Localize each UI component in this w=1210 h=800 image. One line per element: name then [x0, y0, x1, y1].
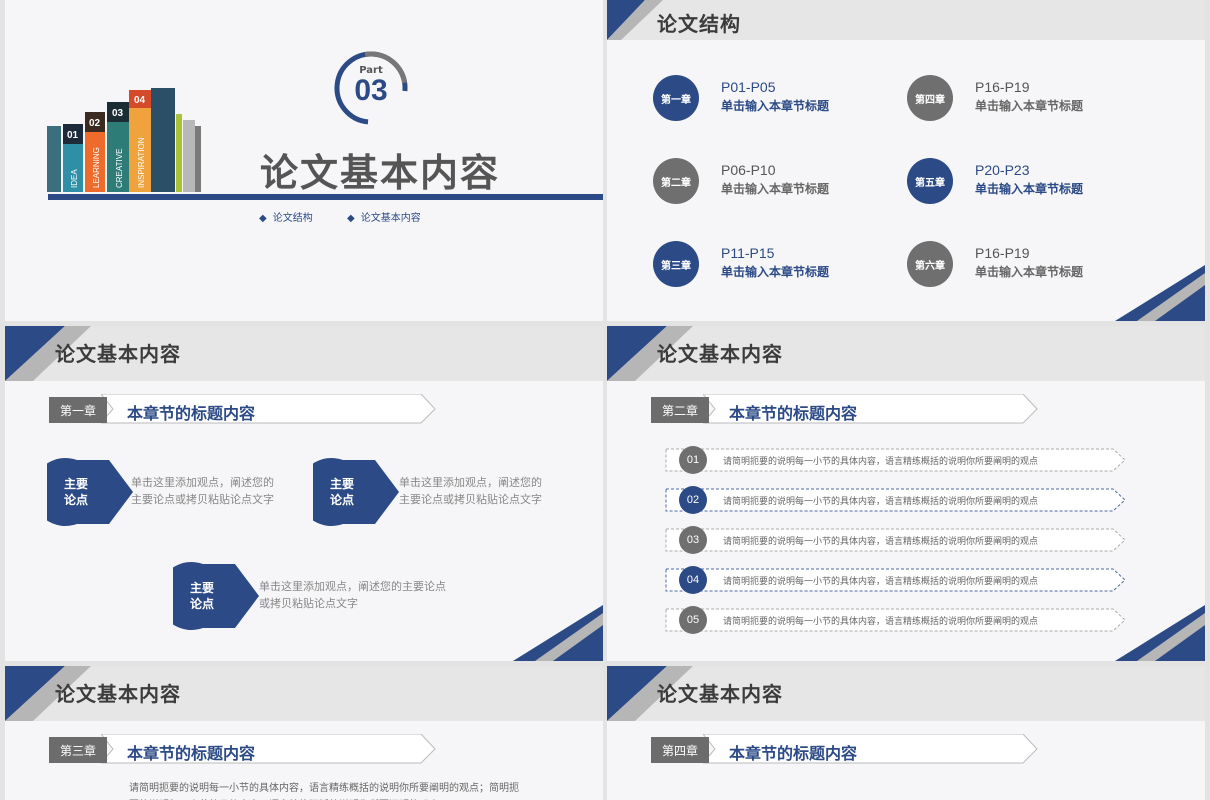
chapter-label: 第三章	[49, 737, 107, 763]
list-item-4[interactable]: 04 请简明扼要的说明每一小节的具体内容，语言精练概括的说明你所要阐明的观点	[665, 565, 1127, 595]
chapter-badge: 第三章	[653, 241, 699, 287]
list-item-text: 请简明扼要的说明每一小节的具体内容，语言精练概括的说明你所要阐明的观点	[723, 577, 1039, 587]
book-word-idea: IDEA	[70, 169, 79, 188]
chapter-pages: P20-P23	[975, 162, 1030, 178]
chapter-subtitle: 单击输入本章节标题	[721, 182, 830, 196]
book-word-inspiration: INSPIRATION	[137, 137, 146, 188]
corner-stripe-icon	[513, 605, 603, 661]
chapter-heading: 本章节的标题内容	[729, 744, 858, 763]
part-number: 03	[354, 74, 388, 107]
list-item-2[interactable]: 02 请简明扼要的说明每一小节的具体内容，语言精练概括的说明你所要阐明的观点	[665, 485, 1127, 515]
book-word-learning: LEARNING	[92, 147, 101, 188]
chapter-pages: P01-P05	[721, 79, 776, 95]
point-label: 主要 论点	[189, 581, 214, 611]
list-item-number: 01	[679, 446, 707, 474]
title-bar: 论文基本内容	[5, 326, 603, 381]
point-description: 单击这里添加观点，阐述您的主要论点或拷贝粘贴论点文字	[131, 476, 274, 506]
chapter-label: 第一章	[49, 397, 107, 423]
slide-title: 论文结构	[657, 12, 741, 36]
link-thesis-content[interactable]: ◆ 论文基本内容	[347, 209, 421, 224]
book-number-2: 02	[89, 118, 101, 129]
chapter-pages: P11-P15	[721, 245, 775, 261]
chapter-badge: 第六章	[907, 241, 953, 287]
link-label: 论文结构	[272, 213, 313, 224]
point-label: 主要 论点	[63, 477, 88, 507]
book-number-4: 04	[134, 95, 146, 106]
title-underline	[48, 194, 603, 200]
chapter-pages: P06-P10	[721, 162, 776, 178]
title-bar: 论文基本内容	[5, 666, 603, 721]
part-ring: Part 03	[333, 50, 409, 130]
diamond-bullet-icon: ◆	[347, 213, 355, 224]
title-bar: 论文基本内容	[607, 666, 1205, 721]
chapter-label: 第四章	[651, 737, 709, 763]
slide-title: 论文基本内容	[657, 682, 783, 706]
list-item-text: 请简明扼要的说明每一小节的具体内容，语言精练概括的说明你所要阐明的观点	[723, 617, 1039, 627]
chapter-label: 第二章	[651, 397, 709, 423]
slide-title: 论文基本内容	[55, 342, 181, 366]
book-number-3: 03	[112, 108, 124, 119]
chapter-subtitle: 单击输入本章节标题	[975, 99, 1084, 113]
list-item-number: 02	[679, 486, 707, 514]
list-item-number: 05	[679, 606, 707, 634]
chapter-subtitle: 单击输入本章节标题	[975, 265, 1084, 279]
slide-title: 论文基本内容	[55, 682, 181, 706]
list-item-text: 请简明扼要的说明每一小节的具体内容，语言精练概括的说明你所要阐明的观点	[723, 457, 1039, 467]
list-item-5[interactable]: 05 请简明扼要的说明每一小节的具体内容，语言精练概括的说明你所要阐明的观点	[665, 605, 1127, 635]
chapter-badge: 第五章	[907, 158, 953, 204]
section-title: 论文基本内容	[260, 151, 501, 195]
list-item-number: 04	[679, 566, 707, 594]
list-item-1[interactable]: 01 请简明扼要的说明每一小节的具体内容，语言精练概括的说明你所要阐明的观点	[665, 445, 1127, 475]
corner-stripe-icon	[1115, 605, 1205, 661]
slide-thesis-structure[interactable]: 论文结构 第一章 P01-P05 单击输入本章节标题 第二章 P06-P10 单…	[607, 0, 1205, 321]
slide-title: 论文基本内容	[657, 342, 783, 366]
slide-chapter-one[interactable]: 论文基本内容 第一章 本章节的标题内容 主要 论点 单击这里添加观点，阐述您的 主要…	[5, 326, 603, 661]
chapter-heading: 本章节的标题内容	[127, 404, 256, 423]
chapter-subtitle: 单击输入本章节标题	[721, 99, 830, 113]
list-item-text: 请简明扼要的说明每一小节的具体内容，语言精练概括的说明你所要阐明的观点	[723, 497, 1039, 507]
chapter-heading: 本章节的标题内容	[127, 744, 256, 763]
book-word-creative: CREATIVE	[115, 149, 124, 188]
corner-stripe-icon	[1115, 265, 1205, 321]
list-item-3[interactable]: 03 请简明扼要的说明每一小节的具体内容，语言精练概括的说明你所要阐明的观点	[665, 525, 1127, 555]
slide-section-cover[interactable]: 01 02 03 04 IDEA LEARNING CREATIVE INSPI…	[5, 0, 603, 321]
link-thesis-structure[interactable]: ◆ 论文结构	[259, 209, 313, 224]
chapter-badge: 第二章	[653, 158, 699, 204]
book-number-1: 01	[67, 130, 79, 141]
point-label: 主要 论点	[329, 477, 354, 507]
chapter-pages: P16-P19	[975, 245, 1030, 261]
diamond-bullet-icon: ◆	[259, 213, 267, 224]
link-label: 论文基本内容	[360, 213, 421, 224]
chapter-badge: 第四章	[907, 75, 953, 121]
title-bar: 论文基本内容	[607, 326, 1205, 381]
title-bar: 论文结构	[607, 0, 1205, 40]
chapter-subtitle: 单击输入本章节标题	[721, 265, 830, 279]
point-description: 单击这里添加观点，阐述您的主要论点或拷贝粘贴论点文字	[399, 476, 542, 506]
list-item-text: 请简明扼要的说明每一小节的具体内容，语言精练概括的说明你所要阐明的观点	[723, 537, 1039, 547]
chapter-pages: P16-P19	[975, 79, 1030, 95]
point-description: 单击这里添加观点，阐述您的主要论点或拷贝粘贴论点文字	[259, 580, 446, 610]
chapter-heading: 本章节的标题内容	[729, 404, 858, 423]
chapter-badge: 第一章	[653, 75, 699, 121]
list-item-number: 03	[679, 526, 707, 554]
slide-chapter-two[interactable]: 论文基本内容 第二章 本章节的标题内容 01 请简明扼要的说明每一小节的具体内容…	[607, 326, 1205, 661]
chapter-paragraph: 请简明扼要的说明每一小节的具体内容，语言精练概括的说明你所要阐明的观点；简明扼要…	[129, 783, 519, 794]
chapter-subtitle: 单击输入本章节标题	[975, 182, 1084, 196]
books-illustration: 01 02 03 04 IDEA LEARNING CREATIVE INSPI…	[47, 88, 201, 192]
slide-chapter-four[interactable]: 论文基本内容 第四章 本章节的标题内容	[607, 666, 1205, 800]
slide-chapter-three[interactable]: 论文基本内容 第三章 本章节的标题内容 请简明扼要的说明每一小节的具体内容，语言…	[5, 666, 603, 800]
